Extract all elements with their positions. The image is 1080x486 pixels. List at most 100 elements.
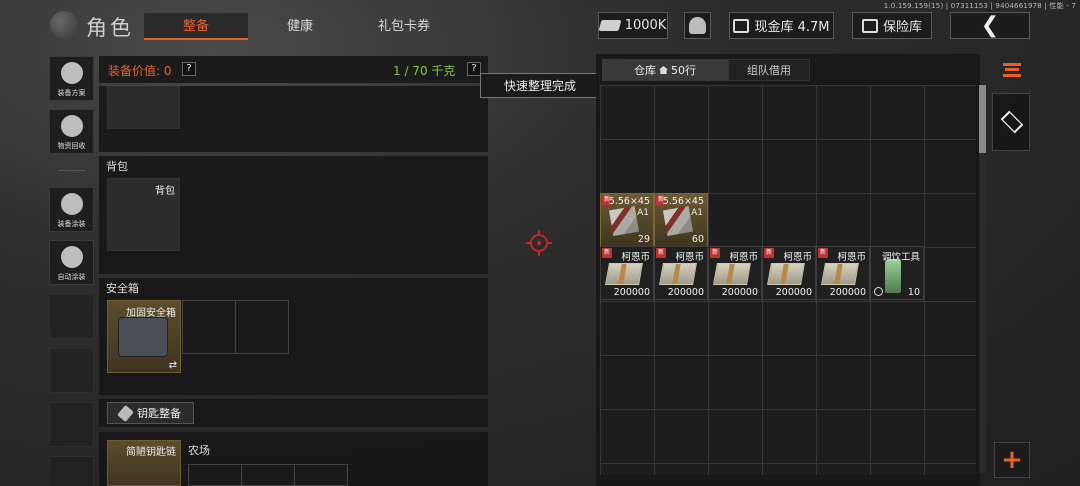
item-count: 10 bbox=[907, 287, 920, 298]
tab-gift-cards[interactable]: 礼包卡券 bbox=[360, 13, 448, 40]
warehouse-scroll-thumb[interactable] bbox=[979, 85, 986, 153]
item-name: 柯恩币 bbox=[783, 252, 812, 263]
item-name: 5.56×45 bbox=[662, 196, 704, 207]
key-cell bbox=[294, 464, 348, 486]
ammo-icon bbox=[608, 205, 640, 237]
safe-section-label: 安全箱 bbox=[106, 282, 139, 295]
new-badge: 新 bbox=[656, 248, 666, 258]
safe-item-slot[interactable]: 加固安全箱 ⇄ bbox=[107, 300, 181, 373]
tab-prepare[interactable]: 整备 bbox=[144, 13, 248, 40]
add-row-button[interactable]: + bbox=[994, 442, 1030, 478]
version-info: 1.0.159.159(15) | 07311153 | 9404661978 … bbox=[883, 2, 1076, 10]
tab-warehouse[interactable]: 仓库 50行 bbox=[602, 59, 728, 81]
sidebar-item-label: 装备涂装 bbox=[57, 220, 86, 228]
operator-button[interactable] bbox=[684, 12, 711, 39]
backpack-section-label: 背包 bbox=[106, 160, 128, 173]
new-badge: 新 bbox=[764, 248, 774, 258]
tab-health[interactable]: 健康 bbox=[260, 13, 340, 40]
sidebar-empty-slot bbox=[49, 348, 94, 393]
crosshair-icon bbox=[526, 230, 552, 256]
cash-button[interactable]: 1000K bbox=[598, 12, 668, 39]
warehouse-item-ammo[interactable]: 新 5.56×45 A1 60 bbox=[654, 193, 708, 247]
layers-icon bbox=[1000, 110, 1024, 134]
sidebar-item-loadout[interactable]: 装备方案 bbox=[49, 56, 94, 101]
equipment-value: 装备价值: 0 bbox=[108, 64, 172, 78]
tab-team-borrow[interactable]: 组队借用 bbox=[728, 59, 810, 81]
key-icon bbox=[117, 404, 134, 422]
sidebar-empty-slot bbox=[49, 456, 94, 486]
sidebar-item-label: 装备方案 bbox=[57, 89, 86, 97]
farm-label: 农场 bbox=[188, 444, 210, 457]
sidebar-item-paint[interactable]: 装备涂装 bbox=[49, 187, 94, 232]
item-name: 柯恩币 bbox=[675, 252, 704, 263]
key-prepare-label: 钥匙整备 bbox=[137, 407, 181, 420]
sidebar-item-auto-paint[interactable]: 自动涂装 bbox=[49, 240, 94, 285]
item-count: 200000 bbox=[775, 287, 812, 298]
banknote-icon bbox=[659, 263, 697, 285]
item-name: 柯恩币 bbox=[837, 252, 866, 263]
chevron-left-icon: ❮ bbox=[980, 13, 1000, 38]
item-name: 柯恩币 bbox=[729, 252, 758, 263]
weight-help-button[interactable]: ? bbox=[467, 62, 481, 76]
backpack-slot[interactable]: 背包 bbox=[107, 178, 180, 251]
safe-cell bbox=[182, 300, 236, 354]
item-count: 200000 bbox=[721, 287, 758, 298]
plus-icon: + bbox=[1001, 445, 1023, 475]
keychain-name: 简陋钥匙链 bbox=[126, 447, 176, 458]
sort-button[interactable] bbox=[994, 52, 1030, 88]
back-button[interactable]: ❮ bbox=[950, 12, 1030, 39]
new-badge: 新 bbox=[818, 248, 828, 258]
operator-icon bbox=[689, 17, 706, 34]
layers-button[interactable] bbox=[994, 104, 1030, 140]
new-badge: 新 bbox=[602, 248, 612, 258]
vault-icon bbox=[861, 18, 878, 33]
armor-slot[interactable] bbox=[107, 86, 180, 129]
sidebar-empty-slot bbox=[49, 294, 94, 339]
cash-amount: 1000K bbox=[624, 18, 667, 33]
cash-icon bbox=[598, 20, 622, 31]
new-badge: 新 bbox=[710, 248, 720, 258]
warehouse-item-cash[interactable]: 新 柯恩币 200000 bbox=[816, 246, 870, 300]
cash-storage-button[interactable]: 现金库 4.7M bbox=[729, 12, 834, 39]
sidebar-item-label: 自动涂装 bbox=[57, 273, 86, 281]
swap-icon[interactable]: ⇄ bbox=[169, 360, 177, 371]
item-count: 60 bbox=[691, 234, 704, 245]
key-cell bbox=[241, 464, 295, 486]
insurance-button[interactable]: 保险库 bbox=[852, 12, 932, 39]
clock-icon bbox=[874, 287, 883, 296]
sidebar-item-recycle[interactable]: 物资回收 bbox=[49, 109, 94, 154]
key-cell bbox=[188, 464, 242, 486]
banknote-icon bbox=[821, 263, 859, 285]
warehouse-rows: 50行 bbox=[671, 64, 696, 77]
banknote-icon bbox=[713, 263, 751, 285]
backpack-slot-label: 背包 bbox=[155, 186, 175, 197]
stack-sort-icon bbox=[1003, 63, 1021, 77]
item-name: 调饮工具 bbox=[881, 252, 920, 263]
recycle-icon bbox=[60, 115, 83, 137]
safe-box-icon bbox=[118, 317, 168, 357]
key-prepare-button[interactable]: 钥匙整备 bbox=[107, 402, 194, 424]
warehouse-tab-label: 仓库 bbox=[634, 64, 656, 77]
warehouse-item-ammo[interactable]: 新 5.56×45 A1 29 bbox=[600, 193, 654, 247]
safe-icon bbox=[733, 18, 750, 33]
item-grade: A1 bbox=[637, 208, 649, 218]
loadout-icon bbox=[60, 62, 83, 84]
warehouse-item-drink-tool[interactable]: 调饮工具 10 bbox=[870, 246, 924, 300]
sort-complete-tooltip: 快速整理完成 bbox=[480, 73, 600, 98]
cash-storage-label: 现金库 4.7M bbox=[754, 20, 830, 35]
insurance-label: 保险库 bbox=[882, 20, 922, 35]
warehouse-item-cash[interactable]: 新 柯恩币 200000 bbox=[762, 246, 816, 300]
banknote-icon bbox=[767, 263, 805, 285]
auto-paint-icon bbox=[60, 246, 83, 268]
keychain-slot[interactable]: 简陋钥匙链 bbox=[107, 440, 181, 486]
warehouse-item-cash[interactable]: 新 柯恩币 200000 bbox=[654, 246, 708, 300]
ammo-icon bbox=[662, 205, 694, 237]
warehouse-item-cash[interactable]: 新 柯恩币 200000 bbox=[708, 246, 762, 300]
weight-indicator: 1 / 70 千克 bbox=[393, 64, 456, 78]
paint-icon bbox=[60, 193, 83, 215]
safe-cell bbox=[235, 300, 289, 354]
item-count: 200000 bbox=[667, 287, 704, 298]
home-icon bbox=[659, 66, 668, 74]
warehouse-item-cash[interactable]: 新 柯恩币 200000 bbox=[600, 246, 654, 300]
value-help-button[interactable]: ? bbox=[182, 62, 196, 76]
